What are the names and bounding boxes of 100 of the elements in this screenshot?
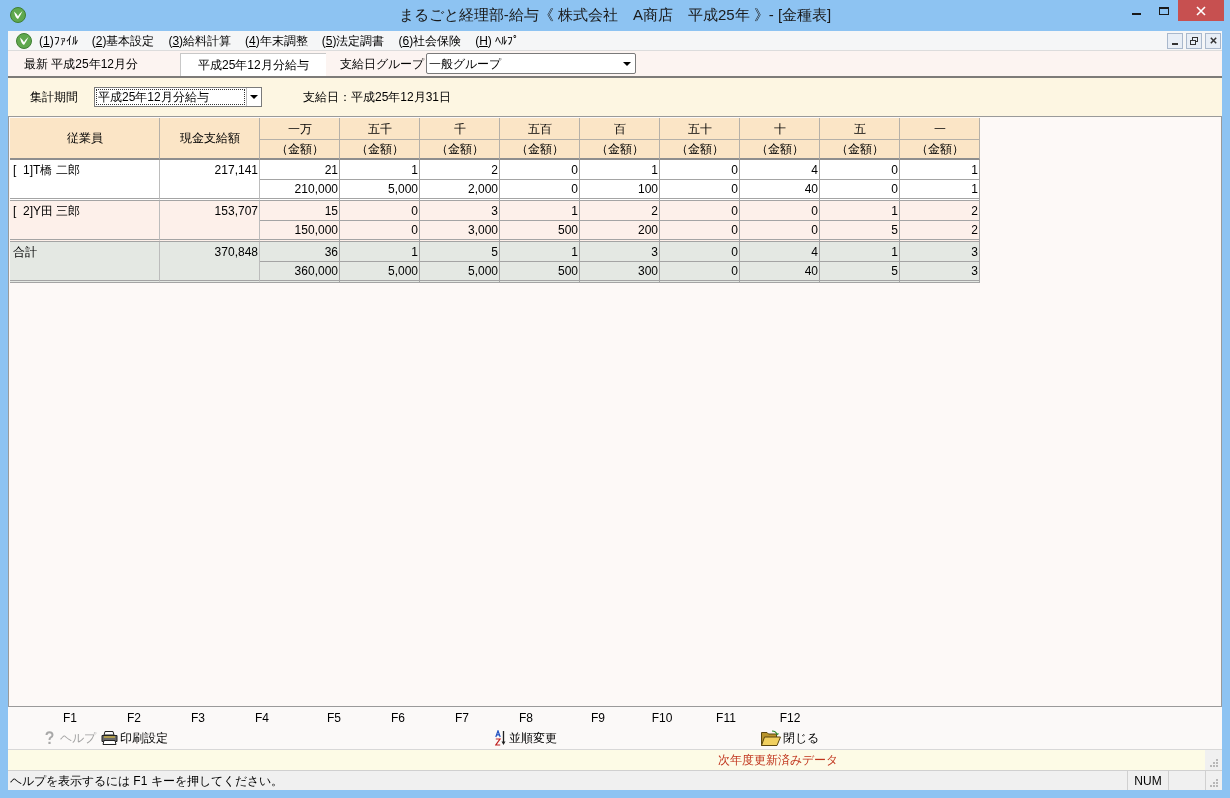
table-cell: 40 [740, 262, 820, 283]
table-cell: 0 [660, 160, 740, 180]
close-button[interactable]: 閉じる [760, 729, 820, 747]
table-cell: 1 [900, 160, 980, 180]
table-cell: 100 [580, 180, 660, 201]
child-close-button[interactable] [1205, 32, 1221, 49]
table-cell: 40 [740, 180, 820, 201]
table-cell: 2,000 [420, 180, 500, 201]
table-cell: 500 [500, 262, 580, 283]
function-key-label: F12 [779, 711, 801, 726]
table-cell: 1 [340, 242, 420, 262]
table-cell: 0 [660, 180, 740, 201]
menu-item[interactable]: (6)社会保険 [391, 31, 469, 50]
num-lock-indicator: NUM [1127, 771, 1169, 790]
table-cell: 3 [900, 242, 980, 262]
menu-item[interactable]: (2)基本設定 [84, 31, 162, 50]
function-key-label: F9 [591, 711, 605, 726]
menu-item[interactable]: (1)ﾌｧｲﾙ [32, 31, 85, 50]
table-cell: 500 [500, 221, 580, 242]
resize-grip-icon [1209, 759, 1218, 767]
minimize-icon [1131, 13, 1141, 15]
table-cell: 4 [740, 242, 820, 262]
table-cell: 1 [900, 180, 980, 201]
child-restore-button[interactable] [1186, 32, 1202, 49]
table-cell: 3 [900, 262, 980, 283]
table-cell: 36 [260, 242, 340, 262]
column-subheader: （金額） [340, 140, 420, 160]
table-cell: 200 [580, 221, 660, 242]
printer-icon [100, 731, 118, 745]
app-logo-icon [10, 7, 26, 23]
table-cell: 150,000 [260, 221, 340, 242]
table-cell: 0 [740, 221, 820, 242]
function-key-label: F8 [519, 711, 533, 726]
table-cell: 5 [820, 262, 900, 283]
table-cell: 5 [420, 242, 500, 262]
table-cell: 300 [580, 262, 660, 283]
table-cell: 210,000 [260, 180, 340, 201]
window-title: まるごと経理部-給与《 株式会社 A商店 平成25年 》- [金種表] [398, 5, 832, 26]
pay-date-text: 支給日：平成25年12月31日 [303, 89, 452, 106]
period-dropdown[interactable]: 平成25年12月分給与 [94, 87, 262, 107]
table-cell: 0 [500, 180, 580, 201]
table-cell: 3 [580, 242, 660, 262]
sort-button[interactable]: 並順変更 [494, 729, 558, 747]
table-cell: [ 1]T橋 二郎 [10, 160, 160, 201]
column-subheader: （金額） [260, 140, 340, 160]
table-cell: 1 [500, 242, 580, 262]
period-label: 集計期間 [30, 89, 79, 106]
caret-icon [250, 95, 258, 99]
group-label: 支給日グループ [340, 55, 424, 73]
column-subheader: （金額） [900, 140, 980, 160]
column-subheader: （金額） [660, 140, 740, 160]
table-cell: 21 [260, 160, 340, 180]
table-cell: 1 [580, 160, 660, 180]
table-cell: 5,000 [420, 262, 500, 283]
child-minimize-button[interactable] [1167, 32, 1183, 49]
sort-icon [495, 730, 507, 746]
table-cell: 5,000 [340, 262, 420, 283]
table-cell: 2 [580, 201, 660, 221]
table-cell: 2 [900, 221, 980, 242]
table-cell: 153,707 [160, 201, 260, 242]
table-cell: 1 [820, 201, 900, 221]
function-key-label: F2 [127, 711, 141, 726]
close-icon [1209, 37, 1217, 44]
table-cell: 0 [820, 180, 900, 201]
function-key-label: F6 [391, 711, 405, 726]
column-header: 五 [820, 118, 900, 140]
group-dropdown[interactable]: 一般グループ [426, 53, 636, 74]
menu-item[interactable]: (3)給料計算 [161, 31, 239, 50]
column-subheader: （金額） [580, 140, 660, 160]
column-header: 一 [900, 118, 980, 140]
table-cell: 370,848 [160, 242, 260, 283]
function-key-label: F1 [63, 711, 77, 726]
column-header: 一万 [260, 118, 340, 140]
print-button[interactable]: 印刷設定 [99, 729, 169, 747]
column-subheader: （金額） [500, 140, 580, 160]
column-subheader: （金額） [820, 140, 900, 160]
restore-icon [1190, 36, 1198, 45]
column-subheader: （金額） [740, 140, 820, 160]
close-icon [1196, 5, 1206, 16]
current-period-box: 平成25年12月分給与 [180, 53, 326, 76]
function-key-label: F11 [716, 711, 736, 726]
minimize-icon [1172, 42, 1178, 45]
menu-item[interactable]: (5)法定調書 [314, 31, 392, 50]
table-cell: 0 [820, 160, 900, 180]
table-cell: 2 [420, 160, 500, 180]
function-key-label: F4 [255, 711, 269, 726]
table-cell: [ 2]Y田 三郎 [10, 201, 160, 242]
column-header: 十 [740, 118, 820, 140]
latest-period-label: 最新 平成25年12月分 [24, 55, 139, 73]
menu-item[interactable]: (H) ﾍﾙﾌﾟ [468, 31, 527, 50]
table-cell: 0 [660, 242, 740, 262]
column-header: 百 [580, 118, 660, 140]
menu-item[interactable]: (4)年末調整 [238, 31, 315, 50]
caret-icon [623, 61, 631, 66]
function-key-label: F3 [191, 711, 205, 726]
table-cell: 4 [740, 160, 820, 180]
table-cell: 3,000 [420, 221, 500, 242]
folder-icon [761, 730, 781, 746]
table-cell: 1 [820, 242, 900, 262]
function-key-label: F5 [327, 711, 341, 726]
